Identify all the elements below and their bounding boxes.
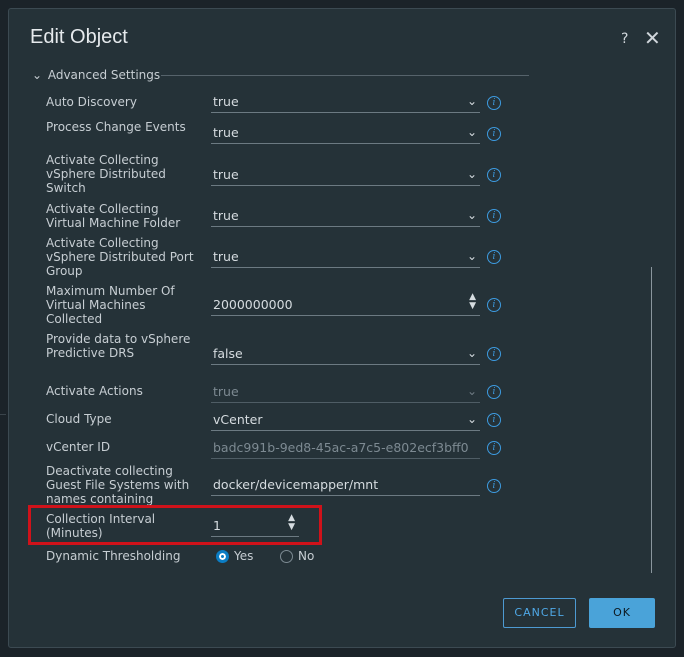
close-icon[interactable]: ✕ bbox=[644, 28, 661, 48]
auto-discovery-select[interactable]: true ⌄ bbox=[211, 93, 480, 113]
chevron-down-icon: ⌄ bbox=[32, 68, 43, 82]
activate-actions-label: Activate Actions bbox=[46, 384, 143, 398]
chevron-down-icon: ⌄ bbox=[466, 125, 477, 139]
help-icon[interactable]: ? bbox=[621, 31, 628, 47]
chevron-down-icon: ⌄ bbox=[466, 249, 477, 263]
max-vms-value: 2000000000 bbox=[213, 297, 293, 312]
vcenter-id-input: badc991b-9ed8-45ac-a7c5-e802ecf3bff0 bbox=[211, 439, 480, 459]
highlight-box bbox=[28, 505, 322, 545]
dialog-title: Edit Object bbox=[30, 26, 128, 48]
predictive-drs-select[interactable]: false ⌄ bbox=[211, 345, 480, 365]
predictive-drs-label: Provide data to vSphere Predictive DRS bbox=[46, 332, 191, 360]
process-change-events-label: Process Change Events bbox=[46, 120, 186, 134]
chevron-down-icon: ⌄ bbox=[466, 384, 477, 398]
auto-discovery-label: Auto Discovery bbox=[46, 95, 137, 109]
info-icon[interactable]: i bbox=[487, 385, 501, 399]
info-icon[interactable]: i bbox=[487, 298, 501, 312]
radio-yes[interactable] bbox=[216, 550, 229, 563]
port-group-value: true bbox=[213, 249, 239, 264]
auto-discovery-value: true bbox=[213, 94, 239, 109]
process-change-events-select[interactable]: true ⌄ bbox=[211, 124, 480, 144]
ok-button[interactable]: OK bbox=[589, 598, 655, 628]
edit-object-dialog: Edit Object ? ✕ ⌄ Advanced Settings Auto… bbox=[8, 8, 676, 648]
cloud-type-value: vCenter bbox=[213, 412, 263, 427]
predictive-drs-value: false bbox=[213, 346, 243, 361]
scrollbar[interactable] bbox=[651, 267, 652, 573]
vm-folder-value: true bbox=[213, 208, 239, 223]
vm-folder-select[interactable]: true ⌄ bbox=[211, 207, 480, 227]
info-icon[interactable]: i bbox=[487, 168, 501, 182]
guest-fs-value: docker/devicemapper/mnt bbox=[213, 477, 379, 492]
distributed-switch-value: true bbox=[213, 167, 239, 182]
max-vms-input[interactable]: 2000000000 ▲ ▼ bbox=[211, 293, 480, 316]
dynamic-thresholding-label: Dynamic Thresholding bbox=[46, 549, 181, 563]
info-icon[interactable]: i bbox=[487, 479, 501, 493]
cancel-button[interactable]: CANCEL bbox=[503, 598, 576, 628]
chevron-down-icon: ⌄ bbox=[466, 208, 477, 222]
advanced-settings-header[interactable]: ⌄ Advanced Settings bbox=[32, 68, 160, 82]
chevron-down-icon: ⌄ bbox=[466, 94, 477, 108]
vcenter-id-value: badc991b-9ed8-45ac-a7c5-e802ecf3bff0 bbox=[213, 440, 469, 455]
process-change-events-value: true bbox=[213, 125, 239, 140]
cloud-type-label: Cloud Type bbox=[46, 412, 112, 426]
chevron-down-icon: ⌄ bbox=[466, 167, 477, 181]
distributed-switch-label: Activate Collecting vSphere Distributed … bbox=[46, 153, 166, 195]
chevron-down-icon: ⌄ bbox=[466, 412, 477, 426]
activate-actions-select: true ⌄ bbox=[211, 383, 480, 403]
section-divider bbox=[161, 75, 529, 76]
info-icon[interactable]: i bbox=[487, 413, 501, 427]
info-icon[interactable]: i bbox=[487, 209, 501, 223]
info-icon[interactable]: i bbox=[487, 250, 501, 264]
backdrop-divider bbox=[0, 414, 6, 415]
port-group-select[interactable]: true ⌄ bbox=[211, 248, 480, 268]
section-title: Advanced Settings bbox=[47, 68, 161, 82]
guest-fs-label: Deactivate collecting Guest File Systems… bbox=[46, 464, 190, 506]
info-icon[interactable]: i bbox=[487, 96, 501, 110]
spinner-arrows-icon[interactable]: ▲ ▼ bbox=[469, 293, 476, 311]
info-icon[interactable]: i bbox=[487, 441, 501, 455]
guest-fs-input[interactable]: docker/devicemapper/mnt bbox=[211, 476, 480, 496]
distributed-switch-select[interactable]: true ⌄ bbox=[211, 166, 480, 186]
activate-actions-value: true bbox=[213, 384, 239, 399]
cloud-type-select[interactable]: vCenter ⌄ bbox=[211, 411, 480, 431]
vcenter-id-label: vCenter ID bbox=[46, 440, 111, 454]
radio-no[interactable] bbox=[280, 550, 293, 563]
vm-folder-label: Activate Collecting Virtual Machine Fold… bbox=[46, 202, 181, 230]
port-group-label: Activate Collecting vSphere Distributed … bbox=[46, 236, 194, 278]
chevron-down-icon: ⌄ bbox=[466, 346, 477, 360]
info-icon[interactable]: i bbox=[487, 127, 501, 141]
radio-yes-label[interactable]: Yes bbox=[234, 549, 253, 563]
radio-no-label[interactable]: No bbox=[298, 549, 314, 563]
info-icon[interactable]: i bbox=[487, 347, 501, 361]
max-vms-label: Maximum Number Of Virtual Machines Colle… bbox=[46, 284, 175, 326]
